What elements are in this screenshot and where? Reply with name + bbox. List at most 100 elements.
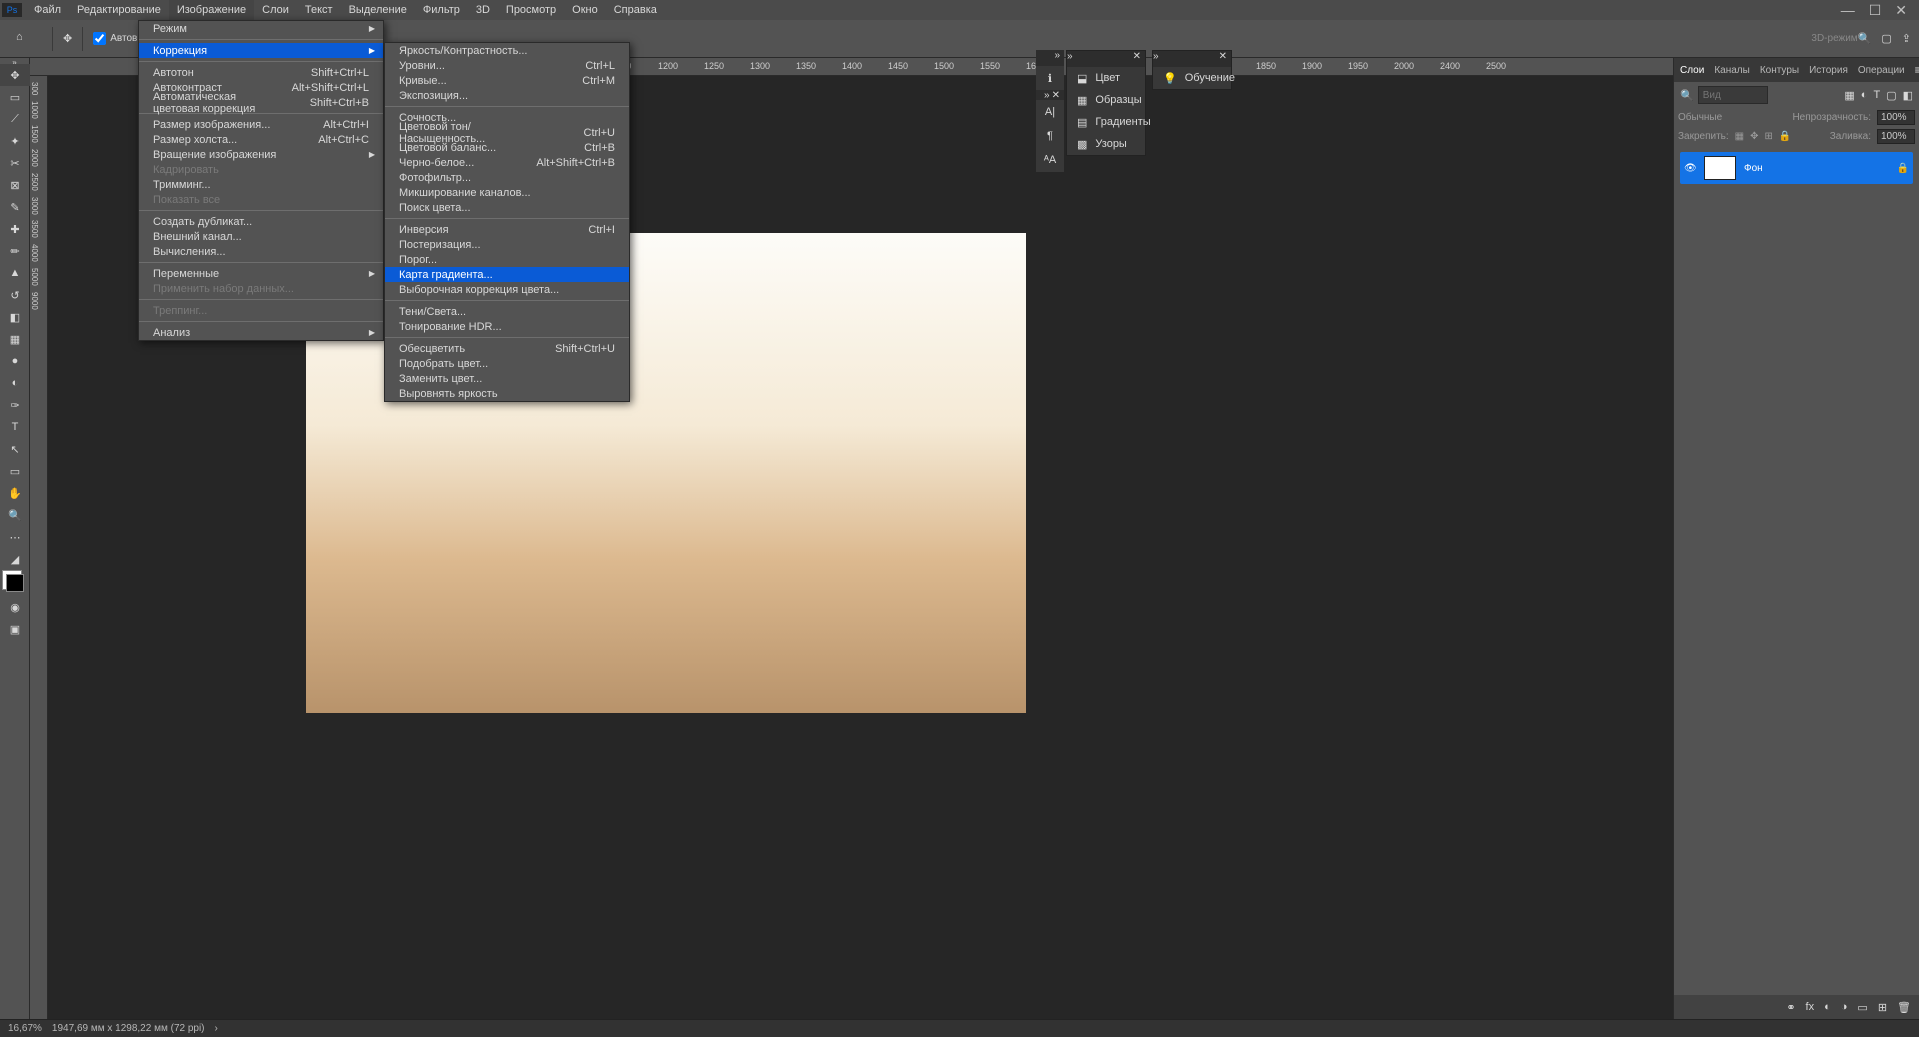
eyedropper-tool[interactable]: ✎ [0,196,30,218]
stamp-tool[interactable]: ▲ [0,262,30,284]
pen-tool[interactable]: ✑ [0,394,30,416]
mask-icon[interactable]: ◐ [1824,1001,1831,1013]
search-icon[interactable]: 🔍 [1858,32,1872,45]
shape-tool[interactable]: ▭ [0,460,30,482]
brush-tool[interactable]: ✏ [0,240,30,262]
tab-layers[interactable]: Слои [1680,65,1704,76]
dodge-tool[interactable]: ◐ [0,372,30,394]
paragraph-icon[interactable]: ¶ [1036,124,1064,148]
blend-mode-select[interactable]: Обычные [1678,112,1722,123]
menu-3d[interactable]: 3D [468,0,498,20]
menu-item-вычисления-[interactable]: Вычисления... [139,244,383,259]
menu-item-поиск-цвета-[interactable]: Поиск цвета... [385,200,629,215]
tab-channels[interactable]: Каналы [1714,65,1750,76]
filter-smart-icon[interactable]: ◧ [1903,89,1913,102]
tab-history[interactable]: История [1809,65,1848,76]
zoom-tool[interactable]: 🔍 [0,504,30,526]
move-tool-icon[interactable]: ✥ [63,32,72,45]
status-arrow-icon[interactable]: › [215,1023,218,1034]
eraser-tool[interactable]: ◧ [0,306,30,328]
menu-item-тени-света-[interactable]: Тени/Света... [385,304,629,319]
float-item-color[interactable]: ⬓Цвет [1067,67,1145,89]
group-icon[interactable]: ▭ [1857,1001,1867,1014]
gradient-tool[interactable]: ▦ [0,328,30,350]
float-item-swatches[interactable]: ▦Образцы [1067,89,1145,111]
menu-item-размер-холста-[interactable]: Размер холста...Alt+Ctrl+C [139,132,383,147]
menu-edit[interactable]: Редактирование [69,0,169,20]
trash-icon[interactable]: 🗑 [1897,1001,1911,1014]
layer-type-select[interactable] [1698,86,1768,104]
menu-item-подобрать-цвет-[interactable]: Подобрать цвет... [385,356,629,371]
new-layer-icon[interactable]: ⊞ [1878,1001,1887,1014]
layer-thumbnail[interactable] [1704,156,1736,180]
menu-item-создать-дубликат-[interactable]: Создать дубликат... [139,214,383,229]
tab-actions[interactable]: Операции [1858,65,1905,76]
lock-pixels-icon[interactable]: ▦ [1735,131,1744,142]
menu-image[interactable]: Изображение [169,0,254,20]
lasso-tool[interactable]: ⟋ [0,108,30,130]
menu-item-кривые-[interactable]: Кривые...Ctrl+M [385,73,629,88]
float-item-learn[interactable]: 💡Обучение [1153,67,1231,89]
menu-item-микширование-каналов-[interactable]: Микширование каналов... [385,185,629,200]
menu-item-порог-[interactable]: Порог... [385,252,629,267]
crop-tool[interactable]: ✂ [0,152,30,174]
screen-mode-tool-icon[interactable]: ▣ [0,618,30,640]
wand-tool[interactable]: ✦ [0,130,30,152]
menu-item-автоматическая-цветовая-коррекция[interactable]: Автоматическая цветовая коррекцияShift+C… [139,95,383,110]
menu-item-размер-изображения-[interactable]: Размер изображения...Alt+Ctrl+I [139,117,383,132]
blur-tool[interactable]: ● [0,350,30,372]
fill-input[interactable] [1877,129,1915,144]
visibility-icon[interactable]: 👁 [1684,163,1696,174]
menu-item-тонирование-hdr-[interactable]: Тонирование HDR... [385,319,629,334]
filter-type-icon[interactable]: T [1873,89,1880,102]
menu-select[interactable]: Выделение [341,0,415,20]
menu-text[interactable]: Текст [297,0,341,20]
menu-item-вращение-изображения[interactable]: Вращение изображения [139,147,383,162]
home-icon[interactable]: ⌂ [16,31,34,47]
menu-item-черно-белое-[interactable]: Черно-белое...Alt+Shift+Ctrl+B [385,155,629,170]
hand-tool[interactable]: ✋ [0,482,30,504]
lock-all-icon[interactable]: 🔒 [1779,131,1791,142]
menu-item-постеризация-[interactable]: Постеризация... [385,237,629,252]
menu-item-коррекция[interactable]: Коррекция [139,43,383,58]
frame-tool[interactable]: ⊠ [0,174,30,196]
menu-item-цветовой-баланс-[interactable]: Цветовой баланс...Ctrl+B [385,140,629,155]
menu-file[interactable]: Файл [26,0,69,20]
float-item-gradients[interactable]: ▤Градиенты [1067,111,1145,133]
menu-item-экспозиция-[interactable]: Экспозиция... [385,88,629,103]
history-brush-tool[interactable]: ↺ [0,284,30,306]
link-layers-icon[interactable]: ⚭ [1786,1001,1795,1014]
menu-item-уровни-[interactable]: Уровни...Ctrl+L [385,58,629,73]
menu-item-цветовой-тон-насыщенность-[interactable]: Цветовой тон/Насыщенность...Ctrl+U [385,125,629,140]
menu-item-внешний-канал-[interactable]: Внешний канал... [139,229,383,244]
adjustment-icon[interactable]: ◑ [1841,1001,1848,1013]
tab-paths[interactable]: Контуры [1760,65,1799,76]
menu-item-выборочная-коррекция-цвета-[interactable]: Выборочная коррекция цвета... [385,282,629,297]
filter-image-icon[interactable]: ▦ [1844,89,1854,102]
menu-item-переменные[interactable]: Переменные [139,266,383,281]
filter-shape-icon[interactable]: ▢ [1886,89,1896,102]
opacity-input[interactable] [1877,110,1915,125]
type-tool[interactable]: T [0,416,30,438]
menu-item-тримминг-[interactable]: Тримминг... [139,177,383,192]
menu-filter[interactable]: Фильтр [415,0,468,20]
close-icon[interactable]: ✕ [1895,2,1907,19]
maximize-icon[interactable]: ☐ [1869,2,1882,19]
menu-item-заменить-цвет-[interactable]: Заменить цвет... [385,371,629,386]
menu-item-анализ[interactable]: Анализ [139,325,383,340]
menu-item-фотофильтр-[interactable]: Фотофильтр... [385,170,629,185]
menu-layers[interactable]: Слои [254,0,297,20]
menu-help[interactable]: Справка [606,0,665,20]
doc-info[interactable]: 1947,69 мм x 1298,22 мм (72 ppi) [52,1023,205,1034]
edit-toolbar[interactable]: ◢ [0,548,30,570]
info-icon[interactable]: ℹ [1036,66,1064,90]
menu-item-выровнять-яркость[interactable]: Выровнять яркость [385,386,629,401]
glyphs-icon[interactable]: ᴬA [1036,148,1064,172]
filter-adjust-icon[interactable]: ◐ [1861,89,1868,102]
lock-icon[interactable]: 🔒 [1897,163,1909,174]
lock-position-icon[interactable]: ✥ [1750,131,1758,142]
menu-view[interactable]: Просмотр [498,0,564,20]
more-tools[interactable]: ⋯ [0,526,30,548]
menu-item-яркость-контрастность-[interactable]: Яркость/Контрастность... [385,43,629,58]
lock-artboard-icon[interactable]: ⊞ [1765,131,1773,142]
